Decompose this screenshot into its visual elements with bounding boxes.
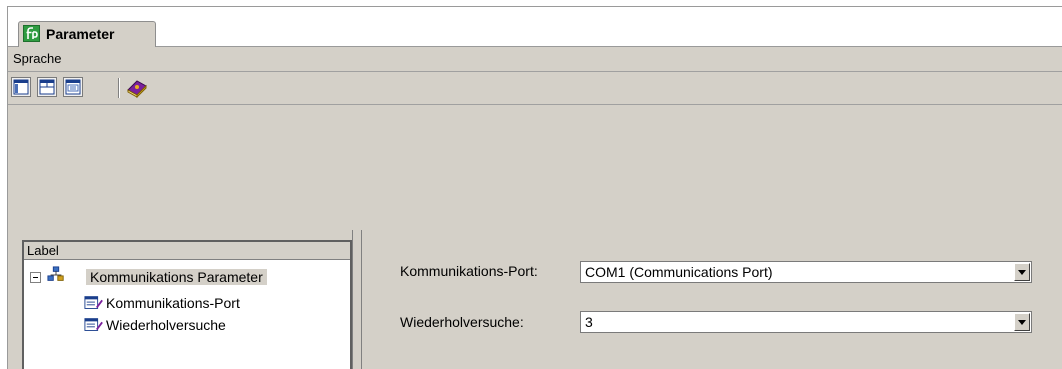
network-folder-icon xyxy=(47,266,64,281)
toolbar xyxy=(8,71,1062,105)
chevron-down-icon[interactable] xyxy=(1014,263,1030,281)
parameter-window: Parameter Sprache Label Kommunikations P… xyxy=(7,6,1062,369)
tab-strip: Parameter xyxy=(8,7,1062,47)
kommunikations-port-label: Kommunikations-Port: xyxy=(400,263,538,279)
pepperl-fuchs-logo-icon xyxy=(23,25,40,42)
wiederholversuche-label: Wiederholversuche: xyxy=(400,314,524,330)
menu-bar: Sprache xyxy=(8,47,1062,71)
layout-top-pane-icon xyxy=(39,79,55,95)
help-book-button[interactable] xyxy=(125,78,149,99)
parameter-area: Label Kommunikations Parameter Kommunika… xyxy=(8,230,1062,369)
tree-item-kommunikations-port[interactable]: Kommunikations-Port xyxy=(106,295,240,311)
layout-left-pane-icon xyxy=(13,79,29,95)
help-book-icon xyxy=(127,80,147,99)
kommunikations-port-select[interactable]: COM1 (Communications Port) xyxy=(580,261,1032,283)
tab-parameter[interactable]: Parameter xyxy=(18,21,156,47)
layout-split-pane-button[interactable] xyxy=(63,77,83,97)
parameter-tree: Label Kommunikations Parameter Kommunika… xyxy=(22,240,352,369)
wiederholversuche-value: 3 xyxy=(585,314,593,330)
tree-item-kommunikations-parameter[interactable]: Kommunikations Parameter xyxy=(86,269,267,285)
parameter-edit-icon xyxy=(84,296,103,309)
tree-header: Label xyxy=(24,242,350,260)
chevron-down-icon[interactable] xyxy=(1014,313,1030,331)
layout-left-pane-button[interactable] xyxy=(11,77,31,97)
layout-top-pane-button[interactable] xyxy=(37,77,57,97)
panel-splitter[interactable] xyxy=(352,230,362,369)
tab-label: Parameter xyxy=(46,26,115,42)
layout-split-pane-icon xyxy=(65,79,81,95)
wiederholversuche-select[interactable]: 3 xyxy=(580,311,1032,333)
workspace-area xyxy=(8,105,1062,230)
parameter-edit-icon xyxy=(84,318,103,331)
toolbar-separator xyxy=(118,78,120,98)
tree-collapse-toggle[interactable] xyxy=(30,272,41,283)
menu-item-sprache[interactable]: Sprache xyxy=(13,51,61,66)
tree-item-wiederholversuche[interactable]: Wiederholversuche xyxy=(106,317,226,333)
kommunikations-port-value: COM1 (Communications Port) xyxy=(585,264,773,280)
